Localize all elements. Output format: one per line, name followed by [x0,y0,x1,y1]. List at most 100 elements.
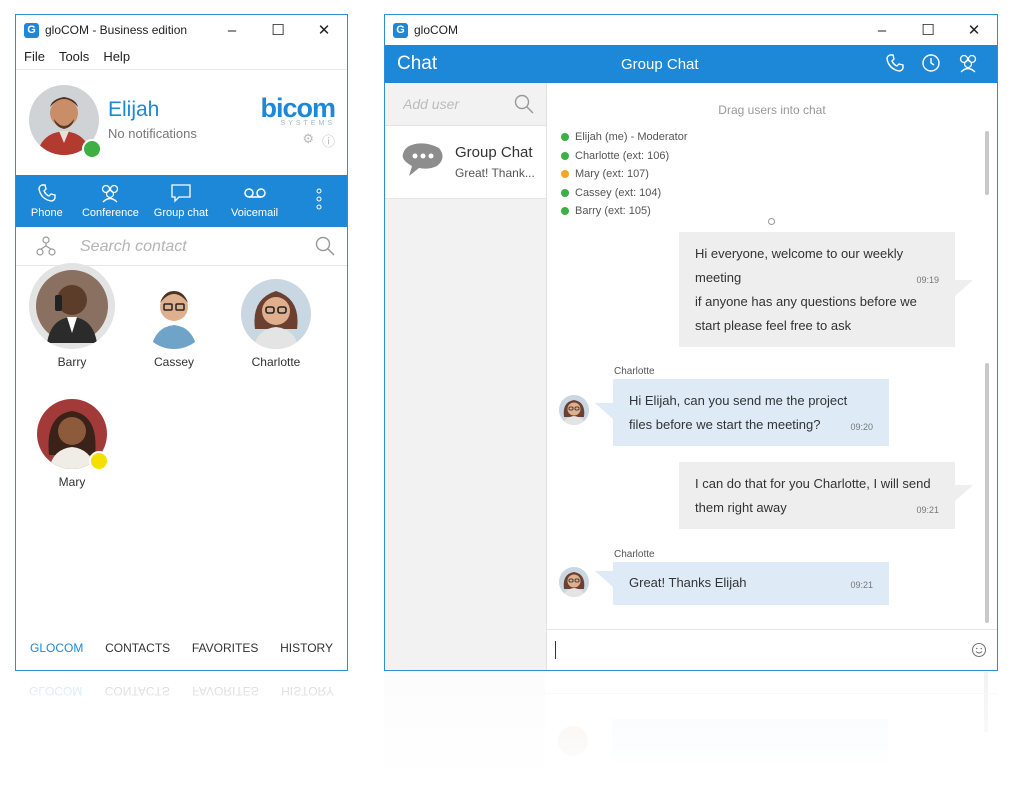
message-time: 09:21 [850,580,873,590]
message-sender: Charlotte [614,366,655,377]
menu-file[interactable]: File [16,49,52,64]
reflected-tab-history: HISTORY [281,684,334,698]
conversation-title: Group Chat [621,56,699,73]
message-line: if anyone has any questions before we [695,294,917,309]
window-title: gloCOM - Business edition [45,23,188,37]
bicom-logo: bicom SYSTEMS [260,93,336,128]
phone-button[interactable]: Phone [16,175,78,227]
menu-help[interactable]: Help [96,49,137,64]
search-icon[interactable] [315,236,335,256]
contact-card[interactable]: Barry [29,263,115,369]
message-composer [547,629,997,670]
call-phone-icon[interactable] [885,53,905,73]
reflected-tab-contacts: CONTACTS [104,684,170,698]
incoming-message[interactable]: Great! Thanks Elijah 09:21 [613,562,889,605]
tab-glocom[interactable]: GLOCOM [30,641,83,655]
more-options-button[interactable] [290,175,347,227]
contact-card[interactable]: Cassey [134,279,214,369]
conference-icon [102,184,119,203]
participant-label: Cassey (ext: 104) [575,186,662,199]
brand-logo-text: bicom [260,93,336,123]
history-clock-icon[interactable] [921,53,941,73]
participant-item[interactable]: Barry (ext: 105) [561,202,687,221]
contact-avatar [241,279,311,349]
voicemail-button[interactable]: Voicemail [219,175,291,227]
message-time: 09:21 [916,505,939,515]
glocom-app-icon: G [393,22,408,38]
profile-panel: Elijah No notifications bicom SYSTEMS [16,69,347,190]
reflected-tab-glocom: GLOCOM [29,684,83,698]
voicemail-icon [243,188,266,198]
sender-avatar[interactable] [559,395,589,425]
contact-name: Cassey [153,355,194,369]
participant-item[interactable]: Charlotte (ext: 106) [561,147,687,166]
group-chat-button[interactable]: Group chat [143,175,219,227]
bubble-tail [955,485,973,501]
participant-item[interactable]: Cassey (ext: 104) [561,184,687,203]
emoji-icon[interactable] [971,642,987,658]
participants-scrollbar[interactable] [985,131,989,195]
minimize-button[interactable]: – [209,15,255,45]
title-bar[interactable]: G gloCOM - Business edition – ☐ ✕ [16,15,347,45]
text-cursor [555,641,556,659]
user-name: Elijah [108,98,160,121]
bubble-tail [595,403,613,419]
phone-icon [38,184,56,202]
chat-title-bar[interactable]: G gloCOM – ☐ ✕ [385,15,997,45]
notifications-status[interactable]: No notifications [108,126,197,141]
contact-card[interactable]: Mary [32,399,112,489]
participant-label: Mary (ext: 107) [575,168,649,180]
tab-favorites[interactable]: FAVORITES [192,641,258,655]
divider-dot [768,218,775,225]
contact-name: Mary [58,475,86,489]
participant-item[interactable]: Mary (ext: 107) [561,165,687,184]
participant-label: Elijah (me) - Moderator [575,131,688,143]
message-input[interactable] [559,640,943,657]
outgoing-message[interactable]: I can do that for you Charlotte, I will … [679,462,955,529]
conversation-list: Group Chat Great! Thank... [385,83,547,670]
settings-gear-icon[interactable]: ⚙ [302,131,314,150]
search-contact-input[interactable] [78,235,302,259]
conference-icon[interactable] [957,53,979,73]
reflection-fade [0,672,1024,801]
contact-search-bar [16,227,347,266]
message-time: 09:20 [850,422,873,432]
chat-window: G gloCOM – ☐ ✕ Chat Group Chat Group Ch [384,14,998,671]
bottom-tab-bar: GLOCOM CONTACTS FAVORITES HISTORY [16,626,347,670]
outgoing-message[interactable]: Hi everyone, welcome to our weekly meeti… [679,232,955,347]
conversation-item[interactable]: Group Chat Great! Thank... [385,126,546,199]
close-button[interactable]: ✕ [951,15,997,45]
contact-card[interactable]: Charlotte [236,279,316,369]
sender-avatar[interactable] [559,567,589,597]
search-icon[interactable] [514,94,534,114]
help-icon[interactable]: ⓘ [322,131,335,150]
maximize-button[interactable]: ☐ [905,15,951,45]
maximize-button[interactable]: ☐ [255,15,301,45]
participant-label: Barry (ext: 105) [575,205,651,217]
chat-area: Drag users into chat Elijah (me) - Moder… [547,83,997,670]
menu-tools[interactable]: Tools [52,49,96,64]
conversation-preview: Great! Thank... [455,166,535,180]
online-status-dot [561,188,569,197]
minimize-button[interactable]: – [859,15,905,45]
bubble-tail [595,571,613,587]
org-chart-icon[interactable] [36,236,56,256]
message-line: them right away [695,500,787,515]
add-user-input[interactable] [401,95,505,113]
bubble-tail [955,280,973,296]
close-button[interactable]: ✕ [301,15,347,45]
messages-scrollbar[interactable] [985,363,989,623]
participant-item[interactable]: Elijah (me) - Moderator [561,128,687,147]
conference-label: Conference [81,207,139,219]
tab-contacts[interactable]: CONTACTS [105,641,170,655]
away-status-dot [561,170,569,179]
tab-history[interactable]: HISTORY [280,641,333,655]
online-status-dot [561,207,569,216]
menu-bar: File Tools Help [16,45,137,67]
conference-button[interactable]: Conference [78,175,144,227]
incoming-message[interactable]: Hi Elijah, can you send me the project f… [613,379,889,446]
group-chat-icon [171,184,191,203]
action-bar: Phone Conference Group chat Voicemail [16,175,347,227]
glocom-main-window: G gloCOM - Business edition – ☐ ✕ File T… [15,14,348,671]
message-line: Hi Elijah, can you send me the project [629,393,848,408]
